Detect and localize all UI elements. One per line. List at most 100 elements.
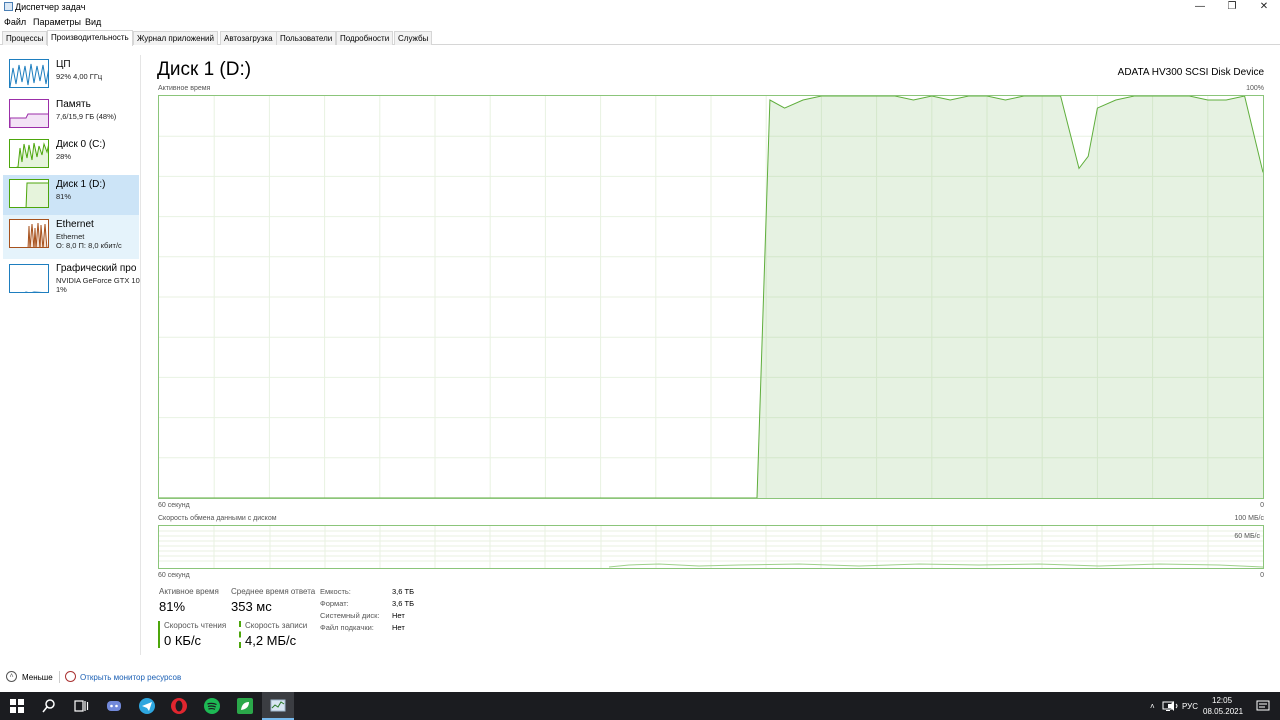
tab-details[interactable]: Подробности: [336, 31, 394, 45]
sidebar-item-disk0[interactable]: Диск 0 (C:) 28%: [3, 135, 139, 175]
active-time-max: 100%: [1246, 85, 1264, 92]
tab-app-history[interactable]: Журнал приложений: [133, 31, 218, 45]
footer-bar: ˄ Меньше Открыть монитор ресурсов: [0, 670, 1280, 686]
graph-time-label: 60 секунд: [158, 502, 190, 509]
sidebar-item-detail: 28%: [56, 152, 72, 161]
fewer-details-button[interactable]: Меньше: [22, 673, 53, 682]
format-label: Формат:: [320, 599, 349, 608]
taskbar: ˄ РУС 12:05 08.05.2021: [0, 692, 1280, 720]
graph2-time-label: 60 секунд: [158, 572, 190, 579]
transfer-rate-label: Скорость обмена данными с диском: [158, 515, 277, 522]
sidebar-item-gpu[interactable]: Графический про NVIDIA GeForce GTX 10( 1…: [3, 259, 140, 303]
sidebar-item-detail: 7,6/15,9 ГБ (48%): [56, 112, 117, 121]
active-time-chart: [158, 95, 1264, 499]
active-time-stat-value: 81%: [159, 599, 186, 614]
transfer-rate-chart: 60 МБ/с: [158, 525, 1264, 569]
gpu-thumbnail: [9, 264, 49, 293]
write-rate-indicator: [239, 621, 241, 648]
system-disk-value: Нет: [392, 611, 405, 620]
read-rate-value: 0 КБ/с: [164, 633, 202, 648]
transfer-rate-max: 100 МБ/с: [1234, 515, 1265, 522]
disk0-thumbnail: [9, 139, 49, 168]
active-time-svg: [159, 95, 1264, 499]
page-file-value: Нет: [392, 623, 405, 632]
task-manager-taskbar-icon: [270, 699, 286, 712]
menu-bar: Файл Параметры Вид: [0, 15, 1280, 29]
spotify-icon[interactable]: [203, 697, 221, 715]
task-view-icon[interactable]: [72, 697, 90, 715]
sidebar-item-label: Диск 0 (C:): [56, 139, 106, 150]
minimize-button[interactable]: —: [1184, 0, 1216, 14]
clock-date[interactable]: 08.05.2021: [1203, 707, 1243, 716]
ethernet-thumbnail: [9, 219, 49, 248]
tab-bar: Процессы Производительность Журнал прило…: [0, 30, 1280, 46]
capacity-value: 3,6 ТБ: [392, 587, 415, 596]
menu-options[interactable]: Параметры: [33, 17, 81, 27]
read-rate-indicator: [158, 621, 160, 648]
disk1-thumbnail: [9, 179, 49, 208]
sidebar-item-cpu[interactable]: ЦП 92% 4,00 ГГц: [3, 55, 139, 95]
page-file-label: Файл подкачки:: [320, 623, 374, 632]
tab-users[interactable]: Пользователи: [276, 31, 337, 45]
menu-file[interactable]: Файл: [4, 17, 26, 27]
graph-min-label: 0: [1260, 502, 1264, 509]
resource-monitor-icon: [65, 671, 76, 682]
tab-services[interactable]: Службы: [394, 31, 433, 45]
chevron-up-icon[interactable]: ˄: [6, 671, 17, 682]
footer-divider: [59, 671, 60, 683]
sidebar-item-ethernet[interactable]: Ethernet Ethernet О: 8,0 П: 8,0 кбит/с: [3, 215, 139, 259]
active-time-label: Активное время: [158, 85, 211, 92]
sidebar-item-detail: 1%: [56, 285, 67, 294]
sidebar-item-memory[interactable]: Память 7,6/15,9 ГБ (48%): [3, 95, 139, 135]
language-indicator[interactable]: РУС: [1182, 702, 1198, 711]
response-time-value: 353 мс: [231, 599, 272, 614]
close-button[interactable]: ✕: [1248, 0, 1280, 14]
sidebar-item-detail: 92% 4,00 ГГц: [56, 72, 103, 81]
sidebar-item-detail: NVIDIA GeForce GTX 10(: [56, 276, 140, 285]
notifications-icon[interactable]: [1256, 700, 1270, 712]
tray-chevron-icon[interactable]: ˄: [1150, 702, 1155, 711]
clock-time[interactable]: 12:05: [1212, 696, 1232, 705]
sidebar-item-detail: Ethernet: [56, 232, 85, 241]
graph2-min-label: 0: [1260, 572, 1264, 579]
telegram-icon[interactable]: [138, 697, 156, 715]
sidebar-item-label: Память: [56, 99, 91, 110]
write-rate-value: 4,2 МБ/с: [245, 633, 297, 648]
read-rate-label: Скорость чтения: [164, 621, 227, 630]
taskbar-active-app[interactable]: [262, 692, 294, 720]
write-rate-label: Скорость записи: [245, 621, 308, 630]
sidebar-item-label: Диск 1 (D:): [56, 179, 106, 190]
tab-processes[interactable]: Процессы: [2, 31, 48, 45]
transfer-rate-svg: [159, 526, 1264, 568]
windows-start-icon[interactable]: [8, 697, 26, 715]
restore-button[interactable]: ❐: [1216, 0, 1248, 14]
sidebar-item-detail: 81%: [56, 192, 72, 201]
system-disk-label: Системный диск:: [320, 611, 380, 620]
memory-thumbnail: [9, 99, 49, 128]
opera-icon[interactable]: [170, 697, 188, 715]
active-time-stat-label: Активное время: [159, 587, 219, 596]
discord-icon[interactable]: [105, 697, 123, 715]
menu-view[interactable]: Вид: [85, 17, 101, 27]
title-bar: Диспетчер задач — ❐ ✕: [0, 0, 1280, 14]
response-time-label: Среднее время ответа: [231, 587, 316, 596]
format-value: 3,6 ТБ: [392, 599, 415, 608]
resource-monitor-link[interactable]: Открыть монитор ресурсов: [80, 673, 181, 682]
tab-performance[interactable]: Производительность: [47, 30, 133, 46]
task-manager-icon: [4, 2, 13, 11]
tab-startup[interactable]: Автозагрузка: [220, 31, 277, 45]
sidebar-item-label: ЦП: [56, 59, 71, 70]
window-title: Диспетчер задач: [15, 2, 86, 12]
page-title: Диск 1 (D:): [157, 59, 252, 80]
sidebar-item-label: Ethernet: [56, 219, 94, 230]
search-icon[interactable]: [40, 697, 58, 715]
sidebar-item-disk1[interactable]: Диск 1 (D:) 81%: [3, 175, 139, 215]
performance-sidebar: ЦП 92% 4,00 ГГц Память 7,6/15,9 ГБ (48%)…: [0, 55, 141, 655]
volume-icon[interactable]: [1167, 701, 1179, 711]
cpu-thumbnail: [9, 59, 49, 88]
green-leaf-app-icon[interactable]: [236, 697, 254, 715]
sidebar-item-label: Графический про: [56, 263, 137, 274]
sidebar-item-detail: О: 8,0 П: 8,0 кбит/с: [56, 241, 122, 250]
capacity-label: Емкость:: [320, 587, 351, 596]
device-name: ADATA HV300 SCSI Disk Device: [1117, 67, 1264, 78]
